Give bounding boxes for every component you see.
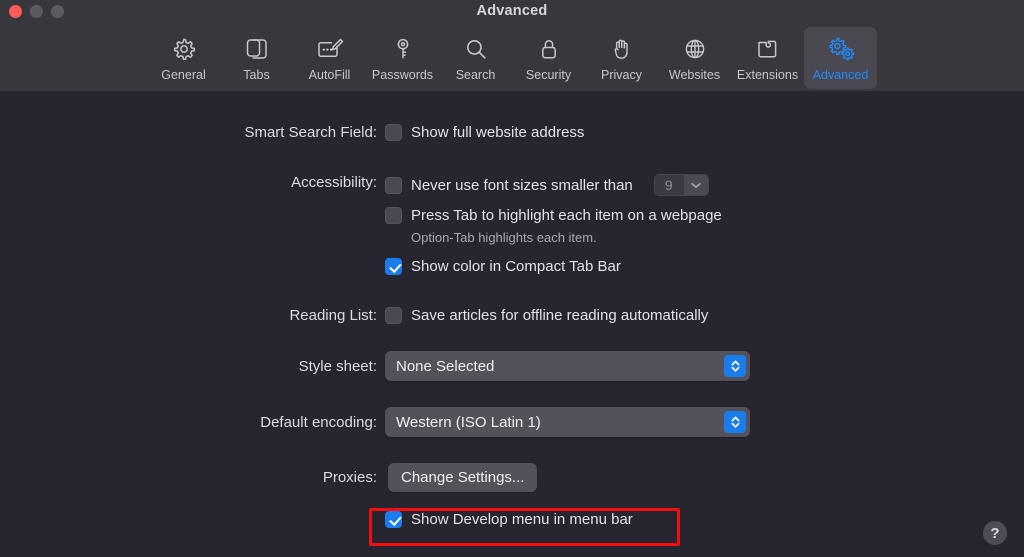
press-tab-highlight-row[interactable]: Press Tab to highlight each item on a we… [385, 207, 722, 224]
toolbar-label-extensions: Extensions [736, 68, 799, 82]
toolbar-label-websites: Websites [668, 68, 721, 82]
compact-tab-bar-color-row[interactable]: Show color in Compact Tab Bar [385, 258, 621, 275]
default-encoding-label: Default encoding: [260, 414, 377, 431]
default-encoding-popup-button[interactable]: Western (ISO Latin 1) [385, 407, 750, 437]
toolbar-item-extensions[interactable]: Extensions [731, 27, 804, 89]
gear-icon [167, 33, 201, 65]
chevron-down-icon[interactable] [682, 175, 708, 195]
toolbar-item-security[interactable]: Security [512, 27, 585, 89]
lock-icon [532, 33, 566, 65]
puzzle-icon [751, 33, 785, 65]
reading-list-label: Reading List: [289, 307, 377, 324]
option-tab-hint: Option-Tab highlights each item. [411, 230, 597, 245]
min-font-size-checkbox[interactable] [385, 176, 402, 194]
toolbar-item-websites[interactable]: Websites [658, 27, 731, 89]
tabs-icon [240, 33, 274, 65]
press-tab-highlight-label: Press Tab to highlight each item on a we… [411, 207, 722, 224]
question-mark-icon: ? [990, 524, 1000, 542]
toolbar-item-tabs[interactable]: Tabs [220, 27, 293, 89]
show-full-website-address-checkbox[interactable] [385, 124, 402, 141]
compact-tab-bar-color-checkbox[interactable] [385, 258, 402, 275]
globe-icon [678, 33, 712, 65]
smart-search-field-label: Smart Search Field: [244, 124, 377, 141]
toolbar-item-passwords[interactable]: Passwords [366, 27, 439, 89]
autofill-icon [313, 33, 347, 65]
save-articles-offline-checkbox[interactable] [385, 307, 402, 324]
show-full-website-address-row[interactable]: Show full website address [385, 124, 584, 141]
advanced-settings-pane: Smart Search Field: Show full website ad… [0, 92, 1024, 557]
show-develop-menu-label: Show Develop menu in menu bar [411, 511, 633, 528]
toolbar-label-privacy: Privacy [601, 68, 642, 82]
default-encoding-value: Western (ISO Latin 1) [396, 413, 541, 431]
toolbar-item-autofill[interactable]: AutoFill [293, 27, 366, 89]
preferences-toolbar: General Tabs AutoFill Passwords Search S… [0, 27, 1024, 91]
chevron-up-down-icon[interactable] [724, 355, 746, 377]
window-titlebar: Advanced General Tabs AutoFill Passwords… [0, 0, 1024, 92]
toolbar-label-tabs: Tabs [243, 68, 270, 82]
window-title: Advanced [476, 3, 548, 19]
toolbar-label-advanced: Advanced [812, 68, 869, 82]
toolbar-label-security: Security [525, 68, 572, 82]
toolbar-label-search: Search [455, 68, 496, 82]
chevron-up-down-icon[interactable] [724, 411, 746, 433]
min-font-size-value[interactable]: 9 [655, 175, 683, 195]
toolbar-label-general: General [161, 68, 206, 82]
min-font-size-row[interactable]: Never use font sizes smaller than 9 [385, 174, 709, 196]
save-articles-offline-row[interactable]: Save articles for offline reading automa… [385, 307, 708, 324]
compact-tab-bar-color-label: Show color in Compact Tab Bar [411, 258, 621, 275]
style-sheet-popup-button[interactable]: None Selected [385, 351, 750, 381]
change-settings-button[interactable]: Change Settings... [388, 463, 538, 492]
accessibility-label: Accessibility: [291, 174, 377, 191]
press-tab-highlight-checkbox[interactable] [385, 207, 402, 224]
style-sheet-value: None Selected [396, 357, 495, 375]
double-gear-icon [824, 33, 858, 65]
style-sheet-label: Style sheet: [298, 358, 377, 375]
show-full-website-address-label: Show full website address [411, 124, 585, 141]
save-articles-offline-label: Save articles for offline reading automa… [411, 307, 709, 324]
safari-preferences-window: Advanced General Tabs AutoFill Passwords… [0, 0, 1024, 557]
toolbar-item-general[interactable]: General [147, 27, 220, 89]
toolbar-item-privacy[interactable]: Privacy [585, 27, 658, 89]
key-icon [386, 33, 420, 65]
toolbar-label-passwords: Passwords [371, 68, 434, 82]
toolbar-label-autofill: AutoFill [308, 68, 351, 82]
toolbar-item-search[interactable]: Search [439, 27, 512, 89]
min-font-size-label: Never use font sizes smaller than [411, 176, 633, 194]
search-icon [459, 33, 493, 65]
show-develop-menu-row[interactable]: Show Develop menu in menu bar [385, 511, 633, 528]
min-font-size-combobox[interactable]: 9 [653, 174, 709, 196]
proxies-label: Proxies: [322, 469, 377, 486]
help-button[interactable]: ? [983, 521, 1007, 545]
toolbar-item-advanced[interactable]: Advanced [804, 27, 877, 89]
show-develop-menu-checkbox[interactable] [385, 511, 402, 528]
hand-icon [605, 33, 639, 65]
